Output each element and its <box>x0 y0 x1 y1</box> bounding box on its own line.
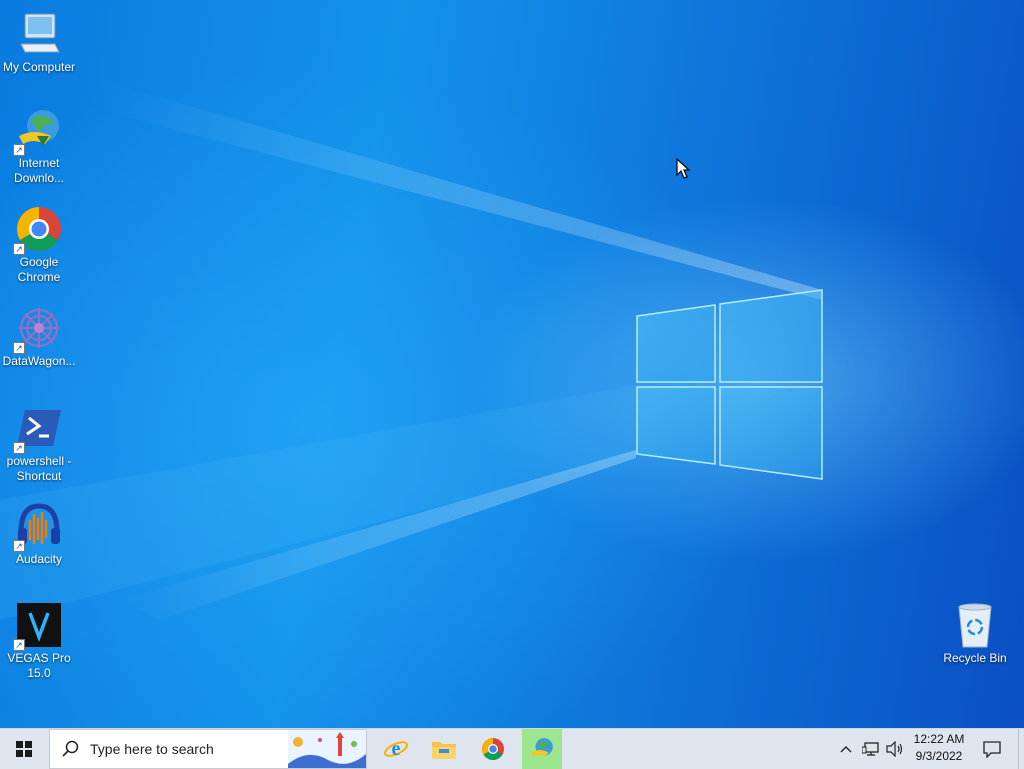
recycle-bin-icon <box>951 601 999 649</box>
desktop-icon-label: Recycle Bin <box>943 651 1007 665</box>
speaker-icon <box>886 741 903 757</box>
network-status-button[interactable] <box>860 729 882 769</box>
datawagon-icon: ↗ <box>13 304 63 354</box>
start-button[interactable] <box>0 729 48 769</box>
desktop-icon-recycle-bin[interactable]: Recycle Bin <box>936 601 1014 666</box>
svg-text:e: e <box>392 738 401 760</box>
file-explorer-icon <box>432 742 456 759</box>
taskbar-file-explorer[interactable] <box>420 729 468 769</box>
desktop-icon-label: Google <box>19 255 59 269</box>
search-icon <box>62 740 79 757</box>
internet-download-manager-icon <box>531 738 553 757</box>
search-highlight-illustration-icon <box>288 730 366 768</box>
desktop-icon-label: DataWagon... <box>2 354 76 368</box>
audacity-icon: ↗ <box>13 502 63 552</box>
taskbar-google-chrome[interactable] <box>469 729 517 769</box>
taskbar-internet-explorer[interactable]: e <box>372 729 420 769</box>
desktop-icon-audacity[interactable]: ↗ Audacity <box>0 502 78 567</box>
desktop-icon-label: Audacity <box>15 552 63 566</box>
shortcut-arrow-icon: ↗ <box>13 342 25 354</box>
clock-date: 9/3/2022 <box>915 749 963 763</box>
windows-start-icon <box>16 741 32 757</box>
chrome-icon <box>482 738 504 760</box>
desktop-icon-label: Internet <box>18 156 60 170</box>
shortcut-arrow-icon: ↗ <box>13 442 25 454</box>
show-hidden-icons-button[interactable] <box>836 729 856 769</box>
desktop-icon-label: VEGAS Pro <box>7 651 71 665</box>
shortcut-arrow-icon: ↗ <box>13 243 25 255</box>
notification-icon <box>983 740 1001 758</box>
taskbar-internet-download-manager[interactable] <box>522 729 562 769</box>
clock-time: 12:22 AM <box>913 732 965 746</box>
desktop-icon-label: Shortcut <box>16 469 62 483</box>
desktop-icon-label: 15.0 <box>27 666 51 680</box>
windows-logo-wallpaper <box>0 80 823 620</box>
action-center-button[interactable] <box>978 729 1006 769</box>
desktop-icon-label: My Computer <box>2 60 76 74</box>
desktop-icon-datawagon[interactable]: ↗ DataWagon... <box>0 304 78 369</box>
desktop-icon-label: Downlo... <box>13 171 65 185</box>
desktop-icon-my-computer[interactable]: My Computer <box>0 10 78 75</box>
desktop-icon-internet-download-manager[interactable]: ↗ Internet Downlo... <box>0 106 78 186</box>
shortcut-arrow-icon: ↗ <box>13 540 25 552</box>
network-icon <box>862 742 879 756</box>
internet-download-manager-icon: ↗ <box>13 106 63 156</box>
computer-icon <box>15 10 63 58</box>
taskbar-search-box[interactable]: Type here to search <box>49 729 367 769</box>
shortcut-arrow-icon: ↗ <box>13 639 25 651</box>
show-desktop-button[interactable] <box>1018 729 1024 769</box>
desktop-icon-label: Chrome <box>17 270 61 284</box>
vegas-pro-icon: ↗ <box>13 601 63 651</box>
desktop-icon-powershell-shortcut[interactable]: ↗ powershell - Shortcut <box>0 404 78 484</box>
desktop-icon-label: powershell - <box>6 454 72 468</box>
shortcut-arrow-icon: ↗ <box>13 144 25 156</box>
desktop-icon-vegas-pro[interactable]: ↗ VEGAS Pro 15.0 <box>0 601 78 681</box>
internet-explorer-icon: e <box>383 738 409 760</box>
chevron-up-icon <box>840 746 852 753</box>
chrome-icon: ↗ <box>13 205 63 255</box>
desktop[interactable]: My Computer ↗ Internet Downlo... ↗ Googl… <box>0 0 1024 728</box>
mouse-cursor-icon <box>676 158 691 179</box>
search-placeholder: Type here to search <box>90 741 214 757</box>
taskbar: Type here to search e 12:22 AM 9/3/2022 <box>0 728 1024 769</box>
powershell-icon: ↗ <box>13 404 63 454</box>
volume-button[interactable] <box>884 729 906 769</box>
taskbar-clock[interactable]: 12:22 AM 9/3/2022 <box>908 731 970 765</box>
desktop-icon-google-chrome[interactable]: ↗ Google Chrome <box>0 205 78 285</box>
